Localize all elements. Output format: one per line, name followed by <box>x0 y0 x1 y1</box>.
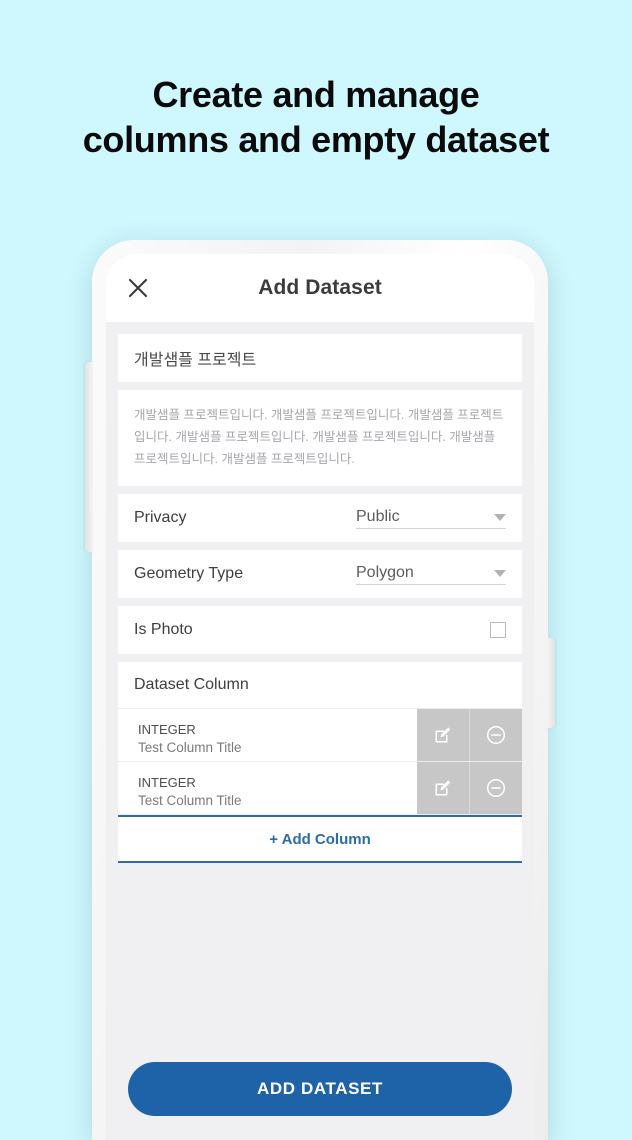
app-bar: Add Dataset <box>106 254 534 322</box>
column-type: INTEGER <box>138 721 196 737</box>
add-column-button[interactable]: + Add Column <box>118 815 522 863</box>
table-row[interactable]: INTEGER Test Column Title <box>118 709 522 762</box>
is-photo-checkbox[interactable] <box>490 622 506 638</box>
dataset-column-header: Dataset Column <box>118 662 522 709</box>
column-type: INTEGER <box>138 774 196 790</box>
chevron-down-icon <box>494 569 506 577</box>
promo-heading: Create and manage columns and empty data… <box>0 72 632 162</box>
close-icon[interactable] <box>124 274 152 302</box>
geometry-type-select[interactable]: Polygon <box>356 564 506 585</box>
phone-power-button[interactable] <box>547 638 555 728</box>
form-top-spacer <box>106 322 534 334</box>
phone-mockup: Add Dataset 개발샘플 프로젝트 개발샘플 프로젝트입니다. 개발샘플… <box>85 240 555 1140</box>
privacy-value: Public <box>356 507 400 525</box>
add-dataset-button[interactable]: ADD DATASET <box>128 1062 512 1116</box>
dataset-description-input[interactable]: 개발샘플 프로젝트입니다. 개발샘플 프로젝트입니다. 개발샘플 프로젝트입니다… <box>118 390 522 486</box>
minus-circle-icon[interactable] <box>469 709 522 761</box>
promo-heading-line-2: columns and empty dataset <box>82 119 550 160</box>
column-info: INTEGER Test Column Title <box>118 709 417 761</box>
phone-screen: Add Dataset 개발샘플 프로젝트 개발샘플 프로젝트입니다. 개발샘플… <box>106 254 534 1140</box>
dataset-title-card: 개발샘플 프로젝트 <box>118 334 522 382</box>
table-row[interactable]: INTEGER Test Column Title <box>118 762 522 815</box>
privacy-label: Privacy <box>134 509 187 526</box>
column-info: INTEGER Test Column Title <box>118 762 417 814</box>
column-title: Test Column Title <box>138 739 242 755</box>
privacy-row[interactable]: Privacy Public <box>118 494 522 542</box>
cta-area: ADD DATASET <box>106 1062 534 1140</box>
promo-heading-line-1: Create and manage <box>152 74 480 115</box>
add-dataset-form: 개발샘플 프로젝트 개발샘플 프로젝트입니다. 개발샘플 프로젝트입니다. 개발… <box>106 322 534 1140</box>
edit-pencil-icon[interactable] <box>417 762 469 814</box>
edit-pencil-icon[interactable] <box>417 709 469 761</box>
dataset-description-card: 개발샘플 프로젝트입니다. 개발샘플 프로젝트입니다. 개발샘플 프로젝트입니다… <box>118 390 522 486</box>
is-photo-row[interactable]: Is Photo <box>118 606 522 654</box>
page-title: Add Dataset <box>258 276 382 299</box>
column-title: Test Column Title <box>138 792 242 808</box>
chevron-down-icon <box>494 513 506 521</box>
geometry-type-label: Geometry Type <box>134 565 244 582</box>
dataset-title-input[interactable]: 개발샘플 프로젝트 <box>118 334 522 382</box>
is-photo-label: Is Photo <box>134 621 193 638</box>
privacy-select[interactable]: Public <box>356 508 506 529</box>
minus-circle-icon[interactable] <box>469 762 522 814</box>
dataset-column-section: Dataset Column INTEGER Test Column Title <box>118 662 522 815</box>
phone-volume-button[interactable] <box>85 362 93 552</box>
geometry-type-value: Polygon <box>356 563 414 581</box>
geometry-type-row[interactable]: Geometry Type Polygon <box>118 550 522 598</box>
